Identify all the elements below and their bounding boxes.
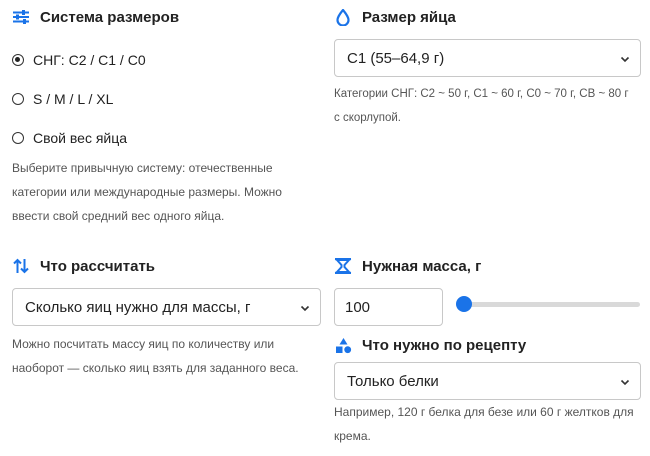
hint-line: крема. bbox=[334, 429, 371, 443]
calculate-select[interactable]: Сколько яиц нужно для массы, г bbox=[12, 288, 321, 326]
radio-label-cis: СНГ: С2 / С1 / С0 bbox=[33, 52, 146, 68]
radio-option-cis[interactable]: СНГ: С2 / С1 / С0 bbox=[12, 50, 146, 70]
recipe-section: Что нужно по рецепту bbox=[334, 334, 642, 356]
size-system-hint: Выберите привычную систему: отечественны… bbox=[12, 156, 322, 228]
hint-line: наоборот — сколько яиц взять для заданно… bbox=[12, 361, 299, 375]
sliders-icon bbox=[12, 8, 30, 26]
egg-size-section: Размер яйца bbox=[334, 6, 642, 28]
hint-line: ввести свой средний вес одного яйца. bbox=[12, 209, 225, 223]
recipe-hint: Например, 120 г белка для безе или 60 г … bbox=[334, 400, 646, 448]
egg-size-hint: Категории СНГ: С2 ~ 50 г, С1 ~ 60 г, С0 … bbox=[334, 82, 646, 130]
shapes-icon bbox=[334, 336, 352, 354]
recipe-heading: Что нужно по рецепту bbox=[334, 334, 642, 356]
chevron-down-icon bbox=[300, 305, 310, 312]
hint-line: Категории СНГ: С2 ~ 50 г, С1 ~ 60 г, С0 … bbox=[334, 88, 629, 100]
calculate-hint: Можно посчитать массу яиц по количеству … bbox=[12, 332, 322, 380]
radio-button-custom-weight[interactable] bbox=[12, 132, 24, 144]
calculate-title: Что рассчитать bbox=[40, 257, 156, 275]
radio-button-international[interactable] bbox=[12, 93, 24, 105]
swap-vertical-icon bbox=[12, 257, 30, 275]
mass-input[interactable]: 100 bbox=[334, 288, 443, 326]
recipe-title: Что нужно по рецепту bbox=[362, 336, 527, 354]
mass-slider-track[interactable] bbox=[456, 302, 640, 307]
mass-slider-thumb[interactable] bbox=[456, 296, 472, 312]
calculate-heading: Что рассчитать bbox=[12, 255, 322, 277]
size-system-heading: Система размеров bbox=[12, 6, 322, 28]
hint-line: Можно посчитать массу яиц по количеству … bbox=[12, 337, 275, 351]
calculate-section: Что рассчитать bbox=[12, 255, 322, 277]
drop-icon bbox=[334, 8, 352, 26]
chevron-down-icon bbox=[620, 379, 630, 386]
egg-size-heading: Размер яйца bbox=[334, 6, 642, 28]
egg-size-title: Размер яйца bbox=[362, 8, 456, 26]
radio-option-custom-weight[interactable]: Свой вес яйца bbox=[12, 128, 127, 148]
calculate-selected: Сколько яиц нужно для массы, г bbox=[25, 298, 251, 316]
size-system-title: Система размеров bbox=[40, 8, 180, 26]
scale-icon bbox=[334, 257, 352, 275]
mass-heading: Нужная масса, г bbox=[334, 255, 642, 277]
radio-option-international[interactable]: S / M / L / XL bbox=[12, 89, 113, 109]
hint-line: Например, 120 г белка для безе или 60 г … bbox=[334, 405, 634, 419]
radio-label-international: S / M / L / XL bbox=[33, 91, 114, 107]
egg-size-select[interactable]: С1 (55–64,9 г) bbox=[334, 39, 641, 77]
radio-button-cis[interactable] bbox=[12, 54, 24, 66]
chevron-down-icon bbox=[620, 56, 630, 63]
hint-line: с скорлупой. bbox=[334, 112, 401, 124]
recipe-selected: Только белки bbox=[347, 372, 439, 390]
hint-line: Выберите привычную систему: отечественны… bbox=[12, 161, 273, 175]
radio-label-custom-weight: Свой вес яйца bbox=[33, 130, 128, 146]
mass-title: Нужная масса, г bbox=[362, 257, 482, 275]
hint-line: категории или международные размеры. Мож… bbox=[12, 185, 282, 199]
size-system-section: Система размеров bbox=[12, 6, 322, 28]
mass-input-value: 100 bbox=[345, 298, 371, 316]
egg-size-selected: С1 (55–64,9 г) bbox=[347, 49, 445, 67]
mass-section: Нужная масса, г bbox=[334, 255, 642, 277]
recipe-select[interactable]: Только белки bbox=[334, 362, 641, 400]
